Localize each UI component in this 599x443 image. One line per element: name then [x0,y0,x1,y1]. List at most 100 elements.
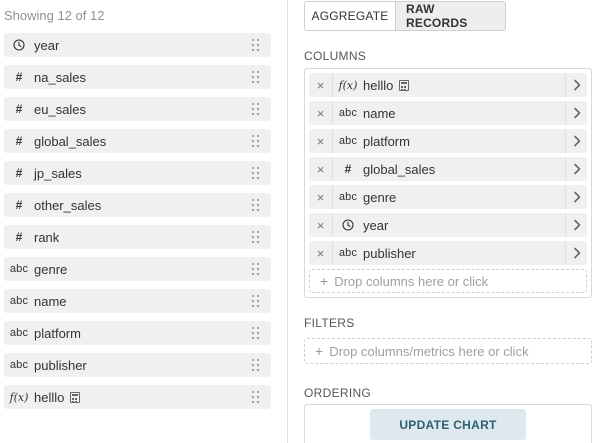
column-name-wrap: global_sales [34,134,106,149]
column-name-wrap: jp_sales [34,166,82,181]
column-name: rank [34,229,60,245]
drag-handle-icon[interactable] [252,135,260,148]
column-name-wrap: eu_sales [34,102,86,117]
abc-glyph: abc [338,247,358,259]
remove-icon[interactable]: × [309,241,333,265]
drag-handle-icon[interactable] [252,103,260,116]
filters-drop-placeholder: Drop columns/metrics here or click [329,343,529,359]
string-type-icon: abc [333,247,363,259]
hash-glyph: # [15,70,23,84]
remove-icon[interactable]: × [309,157,333,181]
column-name-wrap: other_sales [34,198,101,213]
query-controls-panel: AGGREGATE RAW RECORDS COLUMNS × f(x) helll… [288,0,599,443]
column-name: global_sales [34,133,107,149]
selected-column-name[interactable]: × abc name [309,101,587,125]
selected-column-helllo[interactable]: × f(x) helllo [309,73,587,97]
remove-icon[interactable]: × [309,73,333,97]
drag-handle-icon[interactable] [252,359,260,372]
string-type-icon: abc [4,359,34,371]
column-name: na_sales [34,69,87,85]
calculator-icon [399,79,410,91]
chevron-right-icon[interactable] [565,157,587,181]
column-item-global-sales[interactable]: # global_sales [4,129,271,153]
column-name: publisher [34,357,87,373]
columns-section-label: COLUMNS [304,49,367,63]
numeric-type-icon: # [4,134,34,148]
calculator-icon [70,391,81,403]
tab-raw-records[interactable]: RAW RECORDS [396,1,506,31]
selected-column-year[interactable]: × year [309,213,587,237]
column-name: global_sales [363,161,436,177]
remove-icon[interactable]: × [309,129,333,153]
drag-handle-icon[interactable] [252,263,260,276]
abc-glyph: abc [9,263,29,275]
column-name: helllo [34,389,65,405]
column-name: year [34,37,60,53]
drag-handle-icon[interactable] [252,327,260,340]
column-name-wrap: helllo [34,389,81,405]
drag-handle-icon[interactable] [252,167,260,180]
column-item-rank[interactable]: # rank [4,225,271,249]
remove-icon[interactable]: × [309,185,333,209]
selected-column-platform[interactable]: × abc platform [309,129,587,153]
abc-glyph: abc [9,295,29,307]
drag-handle-icon[interactable] [252,39,260,52]
column-item-platform[interactable]: abc platform [4,321,271,345]
filters-section-label: FILTERS [304,316,355,330]
tab-aggregate[interactable]: AGGREGATE [304,1,396,31]
column-item-name[interactable]: abc name [4,289,271,313]
column-name-wrap: genre [34,262,67,277]
string-type-icon: abc [4,295,34,307]
clock-icon [333,219,363,231]
abc-glyph: abc [9,327,29,339]
abc-glyph: abc [338,107,358,119]
column-item-year[interactable]: year [4,33,271,57]
chevron-right-icon[interactable] [565,101,587,125]
abc-glyph: abc [338,191,358,203]
plus-icon: + [320,273,329,289]
string-type-icon: abc [333,191,363,203]
update-chart-button[interactable]: UPDATE CHART [370,409,526,440]
selected-column-genre[interactable]: × abc genre [309,185,587,209]
drag-handle-icon[interactable] [252,71,260,84]
chevron-right-icon[interactable] [565,73,587,97]
column-name: genre [34,261,68,277]
chevron-right-icon[interactable] [565,185,587,209]
column-item-other-sales[interactable]: # other_sales [4,193,271,217]
columns-drop-zone[interactable]: + Drop columns here or click [309,269,587,293]
string-type-icon: abc [333,107,363,119]
column-name: name [34,293,67,309]
column-name: platform [363,133,410,149]
remove-icon[interactable]: × [309,101,333,125]
column-item-jp-sales[interactable]: # jp_sales [4,161,271,185]
remove-icon[interactable]: × [309,213,333,237]
column-item-helllo[interactable]: f(x) helllo [4,385,271,409]
hash-glyph: # [15,102,23,116]
drag-handle-icon[interactable] [252,231,260,244]
column-item-na-sales[interactable]: # na_sales [4,65,271,89]
selected-columns-list: × f(x) helllo × abc name × abc platform × # global_… [309,73,587,265]
string-type-icon: abc [333,135,363,147]
function-type-icon: f(x) [4,391,34,404]
drag-handle-icon[interactable] [252,391,260,404]
column-item-genre[interactable]: abc genre [4,257,271,281]
drag-handle-icon[interactable] [252,199,260,212]
column-item-publisher[interactable]: abc publisher [4,353,271,377]
drag-handle-icon[interactable] [252,295,260,308]
chevron-right-icon[interactable] [565,241,587,265]
column-item-eu-sales[interactable]: # eu_sales [4,97,271,121]
column-name-wrap: name [34,294,67,309]
column-name: year [363,217,389,233]
hash-glyph: # [344,162,352,176]
filters-drop-zone[interactable]: + Drop columns/metrics here or click [304,338,592,364]
abc-glyph: abc [9,359,29,371]
chevron-right-icon[interactable] [565,213,587,237]
numeric-type-icon: # [333,162,363,176]
selected-column-global-sales[interactable]: × # global_sales [309,157,587,181]
selected-column-publisher[interactable]: × abc publisher [309,241,587,265]
column-name: helllo [363,77,394,93]
column-name-wrap: global_sales [363,162,435,177]
fx-glyph: f(x) [338,78,358,92]
column-name-wrap: rank [34,230,59,245]
chevron-right-icon[interactable] [565,129,587,153]
